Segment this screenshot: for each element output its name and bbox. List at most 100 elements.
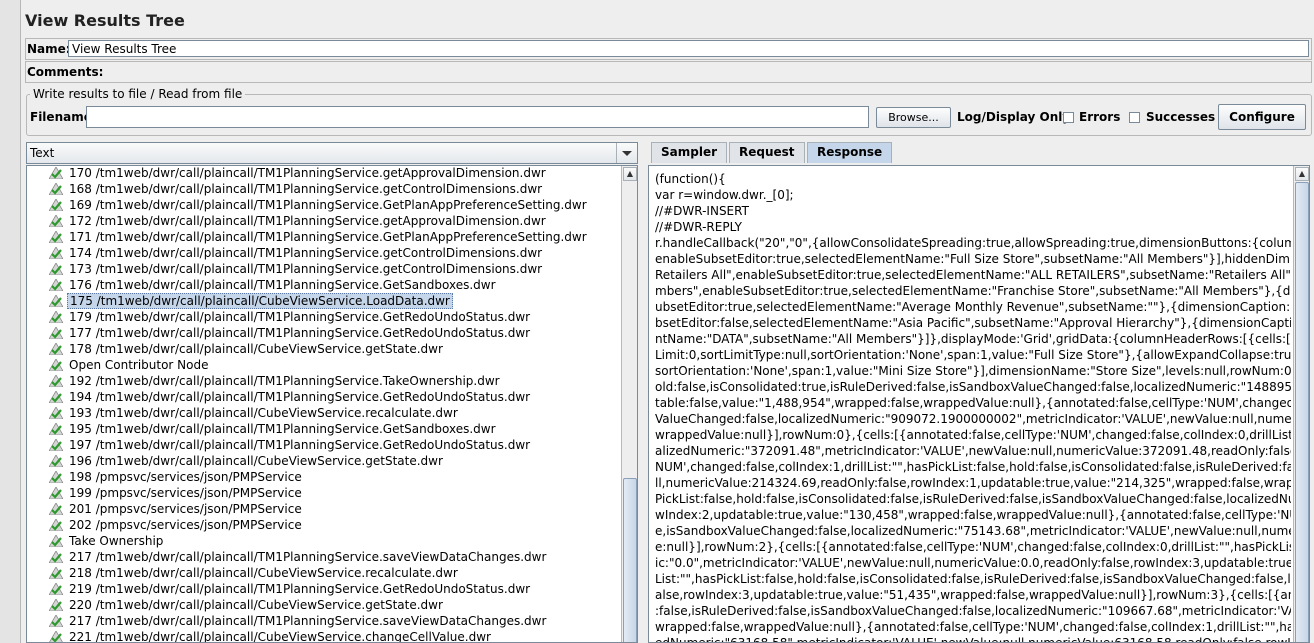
response-line: sortOrientation:'None',span:1,value:"Min… — [655, 364, 1291, 378]
tree-item[interactable]: 169 /tm1web/dwr/call/plaincall/TM1Planni… — [27, 197, 623, 213]
tree-item[interactable]: 219 /tm1web/dwr/call/plaincall/TM1Planni… — [27, 581, 623, 597]
tree-item[interactable]: 199 /pmpsvc/services/json/PMPService — [27, 485, 623, 501]
tree-item[interactable]: 195 /tm1web/dwr/call/plaincall/TM1Planni… — [27, 421, 623, 437]
success-icon — [48, 422, 64, 436]
response-text[interactable]: (function(){var r=window.dwr._[0]; //#DWR… — [655, 171, 1291, 643]
tree-item[interactable]: 168 /tm1web/dwr/call/plaincall/TM1Planni… — [27, 181, 623, 197]
success-icon — [48, 358, 64, 372]
comments-input[interactable] — [94, 63, 1309, 80]
tree-item[interactable]: 217 /tm1web/dwr/call/plaincall/TM1Planni… — [27, 613, 623, 629]
success-icon — [48, 614, 64, 628]
tree-scroll-thumb[interactable] — [623, 478, 637, 642]
errors-label: Errors — [1079, 110, 1121, 124]
response-line: bsetEditor:false,selectedElementName:"As… — [655, 316, 1291, 330]
tree-item[interactable]: 172 /tm1web/dwr/call/plaincall/TM1Planni… — [27, 213, 623, 229]
response-line: edNumeric:"63168.58",metricIndicator:'VA… — [655, 636, 1291, 643]
page-title: View Results Tree — [25, 11, 185, 30]
success-icon — [48, 230, 64, 244]
tree-scrollbar[interactable]: ▲ — [621, 166, 637, 642]
successes-checkbox[interactable] — [1129, 112, 1140, 123]
success-icon — [48, 326, 64, 340]
response-line: :false,isRuleDerived:false,isSandboxValu… — [655, 604, 1291, 618]
success-icon — [48, 486, 64, 500]
success-icon — [48, 582, 64, 596]
tree-item[interactable]: 174 /tm1web/dwr/call/plaincall/TM1Planni… — [27, 245, 623, 261]
chevron-down-icon[interactable] — [616, 143, 637, 163]
success-icon — [48, 262, 64, 276]
tree-item-label: 169 /tm1web/dwr/call/plaincall/TM1Planni… — [69, 198, 587, 212]
response-panel: (function(){var r=window.dwr._[0]; //#DWR… — [648, 165, 1310, 643]
response-line: mbers",enableSubsetEditor:true,selectedE… — [655, 284, 1291, 298]
success-icon — [48, 550, 64, 564]
response-line: PickList:false,hold:false,isConsolidated… — [655, 492, 1291, 506]
tree-item[interactable]: 173 /tm1web/dwr/call/plaincall/TM1Planni… — [27, 261, 623, 277]
success-icon — [48, 166, 64, 180]
tab-response-data[interactable]: Response data — [807, 142, 893, 178]
tree-item-label: 168 /tm1web/dwr/call/plaincall/TM1Planni… — [69, 182, 543, 196]
tree-item-label: 202 /pmpsvc/services/json/PMPService — [69, 518, 302, 532]
tab-sampler-result[interactable]: Sampler result — [651, 142, 728, 178]
tree-item[interactable]: 192 /tm1web/dwr/call/plaincall/TM1Planni… — [27, 373, 623, 389]
tree-item-label: 171 /tm1web/dwr/call/plaincall/TM1Planni… — [69, 230, 587, 244]
renderer-select[interactable]: Text — [26, 142, 638, 164]
tree-item[interactable]: 176 /tm1web/dwr/call/plaincall/TM1Planni… — [27, 277, 623, 293]
tree-item-label: 192 /tm1web/dwr/call/plaincall/TM1Planni… — [69, 374, 500, 388]
renderer-select-value: Text — [30, 146, 55, 160]
tree-item[interactable]: 178 /tm1web/dwr/call/plaincall/CubeViewS… — [27, 341, 623, 357]
tree-item-label: 201 /pmpsvc/services/json/PMPService — [69, 502, 302, 516]
response-line: List:"",hasPickList:false,hold:false,isC… — [655, 572, 1291, 586]
success-icon — [48, 294, 64, 308]
errors-checkbox[interactable] — [1063, 112, 1074, 123]
response-scroll-thumb[interactable] — [1295, 182, 1309, 642]
browse-button[interactable]: Browse... — [876, 107, 951, 128]
response-line: ubsetEditor:true,selectedElementName:"Av… — [655, 300, 1291, 314]
scroll-up-arrow-icon[interactable]: ▲ — [1295, 167, 1309, 181]
tree-item[interactable]: 171 /tm1web/dwr/call/plaincall/TM1Planni… — [27, 229, 623, 245]
success-icon — [48, 390, 64, 404]
tree-item-label: 218 /tm1web/dwr/call/plaincall/CubeViewS… — [69, 566, 458, 580]
tree-item[interactable]: 202 /pmpsvc/services/json/PMPService — [27, 517, 623, 533]
scroll-up-arrow-icon[interactable]: ▲ — [623, 167, 637, 181]
tree-item-label: 221 /tm1web/dwr/call/plaincall/CubeViewS… — [69, 630, 491, 643]
name-input[interactable]: View Results Tree — [68, 40, 1309, 57]
tree-item-label: 179 /tm1web/dwr/call/plaincall/TM1Planni… — [69, 310, 531, 324]
tree-item[interactable]: 217 /tm1web/dwr/call/plaincall/TM1Planni… — [27, 549, 623, 565]
response-line: alizedNumeric:"372091.48",metricIndicato… — [655, 444, 1291, 458]
tree-item[interactable]: 220 /tm1web/dwr/call/plaincall/CubeViewS… — [27, 597, 623, 613]
filename-input[interactable] — [86, 106, 869, 128]
name-row: Name: View Results Tree — [25, 38, 1312, 60]
tree-item[interactable]: Open Contributor Node — [27, 357, 623, 373]
tree-item[interactable]: 218 /tm1web/dwr/call/plaincall/CubeViewS… — [27, 565, 623, 581]
response-line: wrapped:false,wrappedValue:null},{annota… — [655, 620, 1291, 634]
tree-item[interactable]: 221 /tm1web/dwr/call/plaincall/CubeViewS… — [27, 629, 623, 643]
tree-item[interactable]: 197 /tm1web/dwr/call/plaincall/TM1Planni… — [27, 437, 623, 453]
tree-item[interactable]: 201 /pmpsvc/services/json/PMPService — [27, 501, 623, 517]
success-icon — [48, 454, 64, 468]
tree-item-label: Open Contributor Node — [69, 358, 209, 372]
log-display-label: Log/Display Only: — [957, 110, 1075, 124]
tree-item[interactable]: 177 /tm1web/dwr/call/plaincall/TM1Planni… — [27, 325, 623, 341]
response-line: //#DWR-REPLY — [655, 220, 743, 234]
tree-item[interactable]: 179 /tm1web/dwr/call/plaincall/TM1Planni… — [27, 309, 623, 325]
left-splitter[interactable] — [0, 0, 21, 643]
success-icon — [48, 214, 64, 228]
configure-button[interactable]: Configure — [1218, 104, 1306, 130]
response-scrollbar[interactable]: ▲ — [1293, 166, 1309, 642]
tab-request[interactable]: Request — [729, 142, 805, 163]
response-line: var r=window.dwr._[0]; — [655, 188, 794, 202]
tree-item-label: 199 /pmpsvc/services/json/PMPService — [69, 486, 302, 500]
response-line: ll,numericValue:214324.69,readOnly:false… — [655, 476, 1291, 490]
tree-item[interactable]: 170 /tm1web/dwr/call/plaincall/TM1Planni… — [27, 166, 623, 181]
file-group-title: Write results to file / Read from file — [30, 87, 246, 101]
tree-item[interactable]: Take Ownership — [27, 533, 623, 549]
tree-item[interactable]: 196 /tm1web/dwr/call/plaincall/CubeViewS… — [27, 453, 623, 469]
tree-item-label: 195 /tm1web/dwr/call/plaincall/TM1Planni… — [69, 422, 496, 436]
success-icon — [48, 278, 64, 292]
tree-item[interactable]: 198 /pmpsvc/services/json/PMPService — [27, 469, 623, 485]
tree-item[interactable]: 194 /tm1web/dwr/call/plaincall/TM1Planni… — [27, 389, 623, 405]
tree-item[interactable]: 193 /tm1web/dwr/call/plaincall/CubeViewS… — [27, 405, 623, 421]
response-line: alse,rowIndex:3,updatable:true,value:"51… — [655, 588, 1291, 602]
tree-item[interactable]: 175 /tm1web/dwr/call/plaincall/CubeViewS… — [27, 293, 623, 309]
success-icon — [48, 470, 64, 484]
tree-item-label: Take Ownership — [69, 534, 164, 548]
